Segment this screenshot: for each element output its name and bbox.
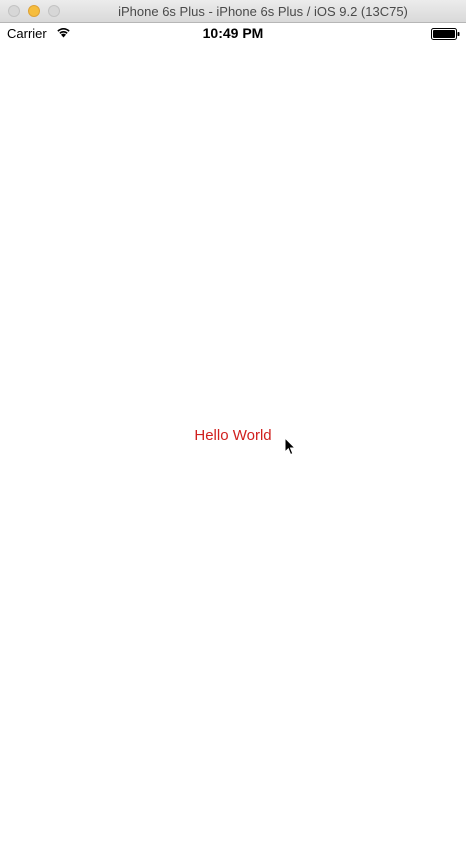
status-time: 10:49 PM: [202, 25, 264, 41]
close-window-button[interactable]: [8, 5, 20, 17]
zoom-window-button[interactable]: [48, 5, 60, 17]
ios-status-bar: Carrier 10:49 PM: [0, 23, 466, 43]
arrow-cursor-icon: [284, 437, 296, 456]
window-titlebar[interactable]: iPhone 6s Plus - iPhone 6s Plus / iOS 9.…: [0, 0, 466, 23]
hello-world-label: Hello World: [194, 427, 272, 444]
window-title: iPhone 6s Plus - iPhone 6s Plus / iOS 9.…: [118, 4, 408, 19]
simulator-window: iPhone 6s Plus - iPhone 6s Plus / iOS 9.…: [0, 0, 466, 850]
minimize-window-button[interactable]: [28, 5, 40, 17]
battery-full-icon: [431, 28, 460, 40]
